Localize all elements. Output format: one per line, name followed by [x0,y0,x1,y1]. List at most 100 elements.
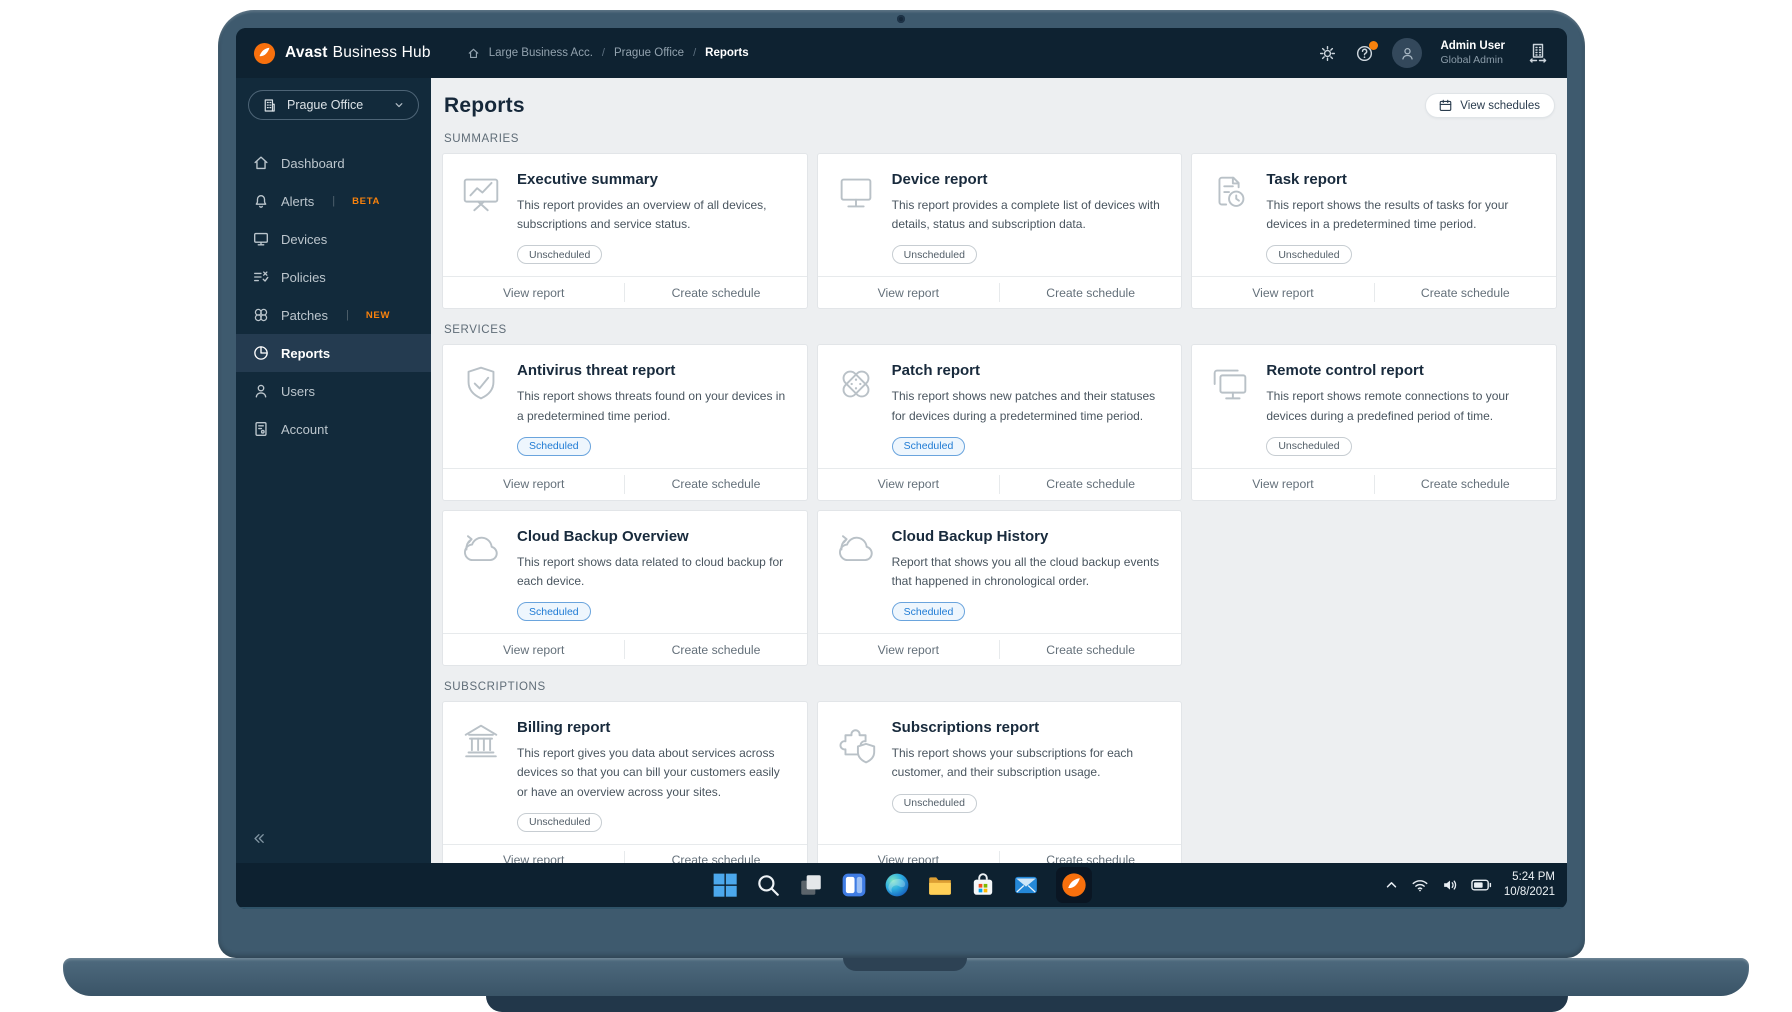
patch-icon [833,361,879,407]
view-report-button[interactable]: View report [818,469,999,500]
report-card-title: Executive summary [517,171,658,188]
report-card-footer: View report Create schedule [443,633,807,665]
sidebar-item-reports[interactable]: Reports [236,334,431,372]
breadcrumb-current: Reports [705,47,749,59]
sidebar-item-label: Reports [281,345,331,361]
report-card-body: Remote control report This report shows r… [1192,345,1556,467]
create-schedule-button[interactable]: Create schedule [1375,277,1556,308]
breadcrumb-home-icon[interactable] [467,47,480,60]
report-card-body: Cloud Backup History Report that shows yo… [818,511,1182,633]
user-icon [252,382,270,400]
report-card-footer: View report Create schedule [443,467,807,500]
schedule-status-badge: Unscheduled [517,245,603,265]
view-report-button[interactable]: View report [443,634,624,665]
hidden-icons-icon[interactable] [1384,878,1399,893]
sidebar-item-alerts[interactable]: Alerts | BETA [236,182,431,220]
report-card-title: Patch report [891,362,981,380]
settings-gear-icon[interactable] [1318,44,1337,63]
view-report-button[interactable]: View report [443,469,624,500]
report-card-body: Cloud Backup Overview This report shows d… [443,511,807,633]
create-schedule-button[interactable]: Create schedule [625,469,806,500]
battery-icon[interactable] [1471,878,1492,892]
task-view-app-icon[interactable] [798,872,825,899]
report-card-body: Patch report This report shows new patche… [818,345,1182,467]
report-card-body: Antivirus threat report This report shows… [443,345,807,467]
sidebar-item-label: Alerts [281,193,315,209]
view-report-button[interactable]: View report [818,277,999,308]
volume-icon[interactable] [1441,876,1459,894]
view-report-button[interactable]: View report [443,845,624,863]
report-card-billing-report: Billing report This report gives you data… [442,701,808,863]
task-clock-icon [1207,170,1253,216]
create-schedule-button[interactable]: Create schedule [625,277,806,308]
view-report-button[interactable]: View report [818,845,999,863]
create-schedule-button[interactable]: Create schedule [1000,469,1181,500]
sidebar-item-patches[interactable]: Patches | NEW [236,296,431,334]
view-schedules-label: View schedules [1460,99,1540,112]
edge-app-icon[interactable] [884,872,911,899]
report-card-description: This report provides an overview of all … [517,198,767,232]
sidebar-item-account[interactable]: Account [236,410,431,448]
breadcrumb-site[interactable]: Prague Office [614,47,684,59]
breadcrumb-separator: / [601,47,605,59]
report-card-description: This report shows remote connections to … [1266,389,1510,423]
avast-logo[interactable]: Avast Business Hub [236,42,431,65]
mail-app-icon[interactable] [1013,872,1040,899]
screen-bottom-edge [236,907,1567,909]
schedule-status-badge: Unscheduled [517,812,603,832]
store-app-icon[interactable] [970,872,997,899]
avast-app-icon[interactable] [1055,867,1092,903]
section-title-subscriptions: SUBSCRIPTIONS [444,681,546,694]
create-schedule-button[interactable]: Create schedule [625,845,806,863]
report-card-title: Antivirus threat report [517,362,676,380]
section-title-services: SERVICES [444,324,507,337]
create-schedule-button[interactable]: Create schedule [1000,277,1181,308]
view-report-button[interactable]: View report [818,634,999,665]
file-explorer-app-icon[interactable] [927,872,954,899]
tray-time: 5:24 PM [1512,871,1555,884]
policies-icon [252,268,270,286]
create-schedule-button[interactable]: Create schedule [1000,845,1181,863]
report-card-description: This report shows threats found on your … [517,389,786,423]
sidebar-item-dashboard[interactable]: Dashboard [236,144,431,182]
help-icon[interactable] [1355,40,1379,63]
avatar[interactable] [1392,38,1423,68]
create-schedule-button[interactable]: Create schedule [1000,634,1181,665]
company-switch-icon[interactable] [1527,42,1549,64]
create-schedule-button[interactable]: Create schedule [625,634,806,665]
taskbar-clock[interactable]: 5:24 PM 10/8/2021 [1504,870,1555,900]
schedule-status-badge: Scheduled [517,436,591,456]
collapse-sidebar-icon[interactable] [250,830,267,847]
report-card-title: Remote control report [1266,362,1424,380]
view-report-button[interactable]: View report [443,277,624,308]
report-card-info: Cloud Backup History Report that shows yo… [891,527,1168,622]
user-menu[interactable]: Admin User Global Admin [1440,39,1505,68]
wifi-icon[interactable] [1411,876,1429,894]
schedule-status-badge: Unscheduled [891,245,977,265]
monitor-icon [833,170,879,216]
system-tray: 5:24 PM 10/8/2021 [1384,870,1555,900]
calendar-icon [1438,98,1453,113]
sidebar-item-policies[interactable]: Policies [236,258,431,296]
sidebar-item-devices[interactable]: Devices [236,220,431,258]
create-schedule-button[interactable]: Create schedule [1375,469,1556,500]
view-report-button[interactable]: View report [1192,469,1373,500]
report-card-description: This report provides a complete list of … [891,198,1160,232]
taskbar-apps [712,867,1092,903]
view-schedules-button[interactable]: View schedules [1425,93,1555,118]
card-grid-subscriptions: Billing report This report gives you data… [442,701,1557,863]
shield-check-icon [458,361,504,407]
sidebar-item-label: Policies [281,269,326,285]
sidebar: Prague Office Dashboard Alerts | BETA Device… [236,78,431,863]
start-app-icon[interactable] [712,872,739,899]
search-app-icon[interactable] [755,872,782,899]
bank-icon [458,718,504,764]
sidebar-item-users[interactable]: Users [236,372,431,410]
widgets-app-icon[interactable] [841,872,868,899]
topbar-actions: Admin User Global Admin [1318,38,1567,68]
breadcrumb-account[interactable]: Large Business Acc. [489,47,593,59]
report-card-body: Subscriptions report This report shows yo… [818,702,1182,844]
tray-date: 10/8/2021 [1503,886,1555,898]
site-selector[interactable]: Prague Office [248,90,419,120]
view-report-button[interactable]: View report [1192,277,1373,308]
